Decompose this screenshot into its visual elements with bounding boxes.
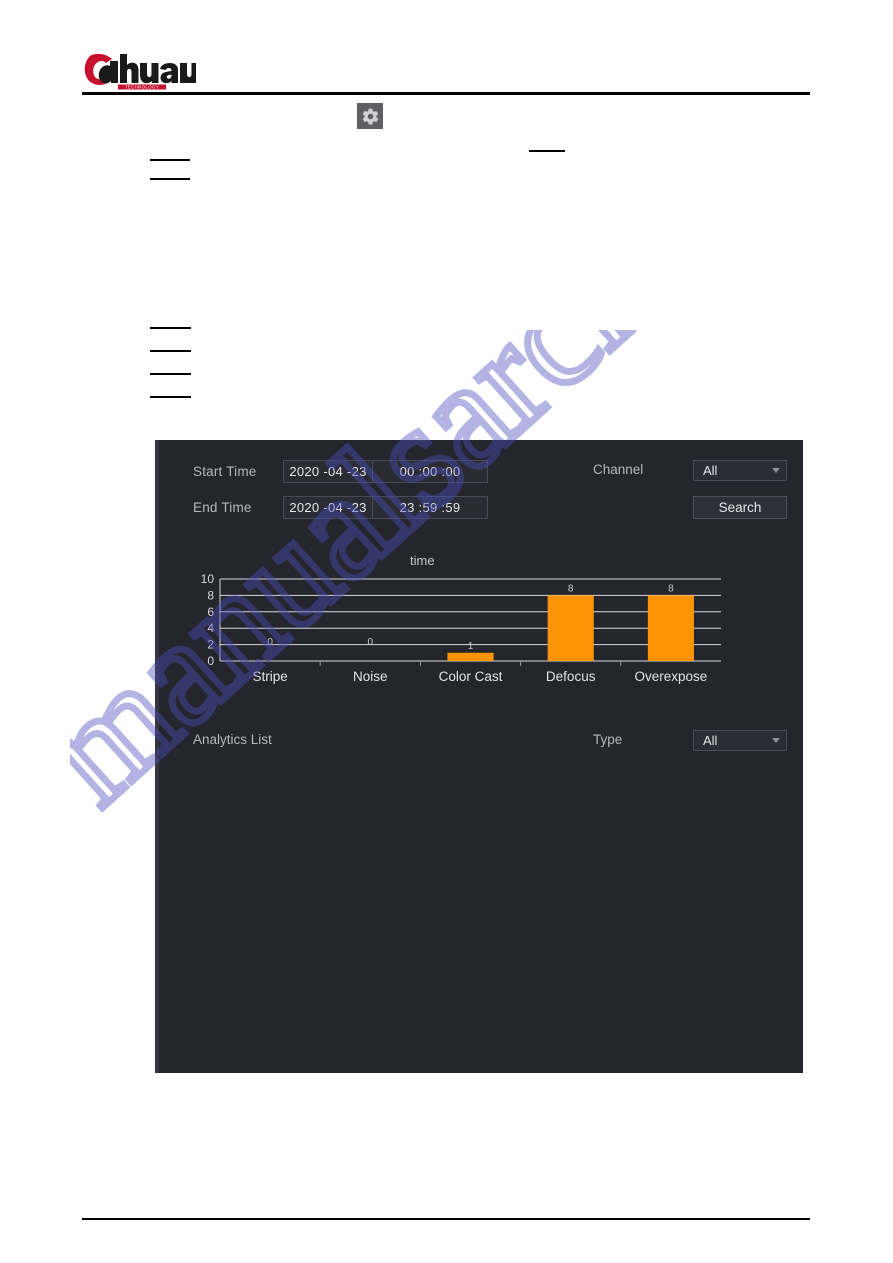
bar-value-label: 1 <box>468 641 474 652</box>
gear-icon <box>357 103 383 129</box>
text-underline <box>529 150 565 152</box>
channel-dropdown-value: All <box>703 463 718 478</box>
footer-divider <box>82 1218 810 1220</box>
chart-y-unit-label: time <box>410 553 435 568</box>
analytics-list-title: Analytics List <box>193 732 272 747</box>
x-axis-category-label: Noise <box>353 669 388 684</box>
text-underline <box>150 327 191 329</box>
x-axis-category-label: Overexpose <box>635 669 708 684</box>
search-form: Start Time 2020 -04 -23 00 :00 :00 End T… <box>193 460 787 532</box>
search-button[interactable]: Search <box>693 496 787 519</box>
chevron-down-icon <box>772 738 780 743</box>
type-dropdown[interactable]: All <box>693 730 787 751</box>
chart-bar <box>547 595 594 661</box>
y-axis-tick-label: 6 <box>207 605 214 619</box>
text-underline <box>150 159 190 161</box>
y-axis-tick-label: 8 <box>207 588 214 602</box>
panel-left-edge <box>155 440 159 1073</box>
text-underline <box>150 373 191 375</box>
channel-label: Channel <box>593 462 644 477</box>
bar-value-label: 8 <box>668 583 674 594</box>
document-header: TECHNOLOGY <box>0 0 893 96</box>
start-time-field[interactable]: 2020 -04 -23 00 :00 :00 <box>283 460 488 483</box>
y-axis-tick-label: 10 <box>201 572 215 586</box>
x-axis-category-label: Defocus <box>546 669 596 684</box>
type-dropdown-value: All <box>703 733 718 748</box>
text-underline <box>150 350 191 352</box>
end-time-label: End Time <box>193 500 252 515</box>
bar-value-label: 8 <box>568 583 574 594</box>
text-underline <box>150 396 191 398</box>
start-time-label: Start Time <box>193 464 257 479</box>
analytics-bar-chart: time 0 2 4 6 8 10 0 Stripe 0 Noise 1 Color Cast 8 Def… <box>193 553 787 698</box>
dahua-logo: TECHNOLOGY <box>84 52 196 90</box>
text-underline <box>150 178 190 180</box>
y-axis-tick-label: 0 <box>207 654 214 668</box>
start-date-input[interactable]: 2020 -04 -23 <box>284 461 373 482</box>
chevron-down-icon <box>772 468 780 473</box>
logo-subtitle: TECHNOLOGY <box>125 85 159 90</box>
chart-canvas: 0 2 4 6 8 10 0 Stripe 0 Noise 1 Color Cast 8 Defocus 8… <box>201 572 721 684</box>
bar-value-label: 0 <box>267 637 273 648</box>
channel-dropdown[interactable]: All <box>693 460 787 481</box>
chart-bar <box>447 652 494 661</box>
x-axis-category-label: Stripe <box>252 669 287 684</box>
chart-bar <box>647 595 694 661</box>
end-time-field[interactable]: 2020 -04 -23 23 :59 :59 <box>283 496 488 519</box>
end-date-input[interactable]: 2020 -04 -23 <box>284 497 373 518</box>
type-label: Type <box>593 732 623 747</box>
header-divider <box>82 92 810 95</box>
bar-value-label: 0 <box>368 637 374 648</box>
end-clock-input[interactable]: 23 :59 :59 <box>373 497 487 518</box>
analytics-list-header: Analytics List Type All <box>193 730 787 752</box>
document-page: TECHNOLOGY Start Time 2020 -04 -23 00 :0… <box>0 0 893 1263</box>
x-axis-category-label: Color Cast <box>439 669 503 684</box>
y-axis-tick-label: 2 <box>207 638 214 652</box>
start-clock-input[interactable]: 00 :00 :00 <box>373 461 487 482</box>
analytics-panel: Start Time 2020 -04 -23 00 :00 :00 End T… <box>155 440 803 1073</box>
y-axis-tick-label: 4 <box>207 621 214 635</box>
